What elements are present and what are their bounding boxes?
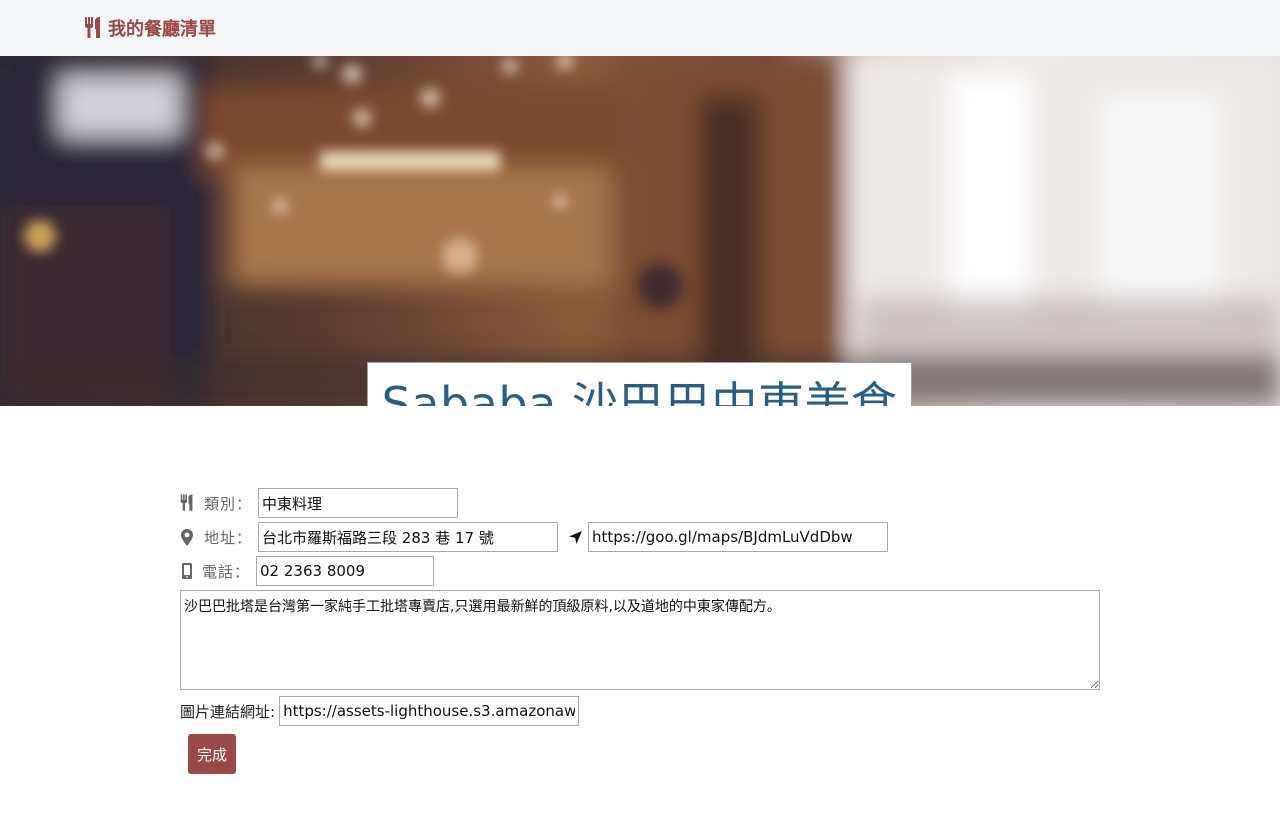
navbar: 我的餐廳清單 bbox=[0, 0, 1280, 56]
address-label: 地址： bbox=[204, 528, 253, 547]
utensils-icon bbox=[84, 17, 102, 39]
restaurant-banner-image: Sababa 沙巴巴中東美食 bbox=[0, 56, 1280, 406]
phone-input[interactable] bbox=[256, 556, 435, 586]
done-button[interactable]: 完成 bbox=[188, 734, 236, 774]
map-url-input[interactable] bbox=[588, 522, 889, 552]
brand-link[interactable]: 我的餐廳清單 bbox=[84, 16, 216, 40]
image-url-input[interactable] bbox=[279, 696, 580, 726]
map-marker-icon bbox=[180, 528, 194, 546]
restaurant-name: Sababa 沙巴巴中東美食 bbox=[381, 377, 898, 406]
category-input[interactable] bbox=[258, 488, 459, 518]
brand-label: 我的餐廳清單 bbox=[108, 19, 216, 40]
phone-row: 電話： bbox=[180, 556, 435, 586]
utensils-icon bbox=[180, 494, 194, 512]
image-url-label: 圖片連結網址: bbox=[180, 702, 276, 721]
phone-label: 電話： bbox=[202, 562, 251, 581]
address-input[interactable] bbox=[258, 522, 559, 552]
category-label: 類別： bbox=[204, 494, 253, 513]
mobile-phone-icon bbox=[180, 562, 194, 580]
location-arrow-icon[interactable] bbox=[568, 528, 582, 546]
image-url-row: 圖片連結網址: bbox=[180, 696, 580, 726]
address-row: 地址： bbox=[180, 522, 889, 552]
description-textarea[interactable]: 沙巴巴批塔是台灣第一家純手工批塔專賣店,只選用最新鮮的頂級原料,以及道地的中東家… bbox=[180, 590, 1100, 690]
category-row: 類別： bbox=[180, 488, 459, 518]
restaurant-title-box: Sababa 沙巴巴中東美食 bbox=[367, 362, 912, 406]
